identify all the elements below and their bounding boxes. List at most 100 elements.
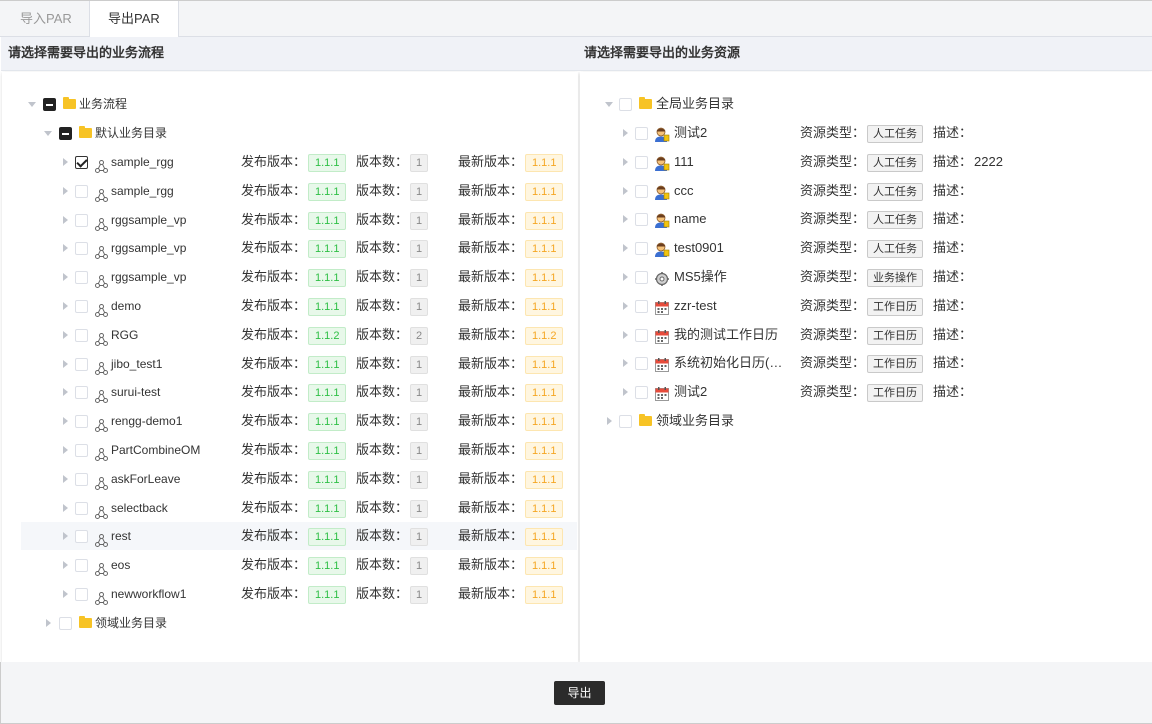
checkbox-default-dir[interactable] — [59, 127, 72, 140]
process-row-sample_rgg[interactable]: sample_rgg 发布版本： 1.1.1 版本数： 1 最新版本： 1.1.1 — [21, 177, 577, 205]
resource-checkbox[interactable] — [635, 213, 648, 227]
checkbox-root[interactable] — [43, 98, 56, 111]
expand-arrow-icon[interactable] — [63, 302, 68, 310]
process-row-eos[interactable]: eos 发布版本： 1.1.1 版本数： 1 最新版本： 1.1.1 — [21, 551, 577, 579]
resource-checkbox[interactable] — [635, 127, 648, 140]
resource-checkbox[interactable] — [635, 184, 648, 198]
process-row-RGG[interactable]: RGG 发布版本： 1.1.2 版本数： 2 最新版本： 1.1.2 — [21, 321, 577, 349]
process-checkbox[interactable] — [75, 156, 88, 169]
process-row-askForLeave[interactable]: askForLeave 发布版本： 1.1.1 版本数： 1 最新版本： 1.1.1 — [21, 465, 577, 493]
process-checkbox[interactable] — [75, 530, 88, 544]
process-row-surui-test[interactable]: surui-test 发布版本： 1.1.1 版本数： 1 最新版本： 1.1.1 — [21, 378, 577, 406]
tree-node-domain-dir-right[interactable]: 领域业务目录 — [580, 407, 1152, 435]
process-checkbox[interactable] — [75, 386, 88, 400]
expand-arrow-icon[interactable] — [63, 388, 68, 397]
checkbox-global-dir[interactable] — [619, 98, 632, 111]
expand-arrow-icon[interactable] — [623, 215, 628, 224]
process-checkbox[interactable] — [75, 444, 88, 457]
checkbox-domain-dir-right[interactable] — [619, 415, 632, 428]
resource-checkbox[interactable] — [635, 386, 648, 400]
expand-arrow-icon[interactable] — [63, 186, 68, 195]
expand-arrow-icon[interactable] — [623, 388, 628, 397]
resource-row[interactable]: zzr-test 资源类型： 工作日历 描述： — [580, 292, 1152, 320]
expand-arrow-icon[interactable] — [607, 417, 612, 425]
process-checkbox[interactable] — [75, 213, 88, 227]
process-row-jibo_test1[interactable]: jibo_test1 发布版本： 1.1.1 版本数： 1 最新版本： 1.1.1 — [21, 350, 577, 378]
process-row-demo[interactable]: demo 发布版本： 1.1.1 版本数： 1 最新版本： 1.1.1 — [21, 292, 577, 320]
expand-arrow-icon[interactable] — [623, 301, 628, 310]
expand-arrow-icon[interactable] — [63, 359, 68, 368]
tree-node-domain-dir[interactable]: 领域业务目录 — [2, 609, 578, 637]
process-checkbox[interactable] — [75, 559, 88, 573]
expand-arrow-icon[interactable] — [63, 561, 68, 570]
process-checkbox[interactable] — [75, 300, 88, 313]
tree-node-root[interactable]: 业务流程 — [2, 90, 578, 118]
expand-arrow-icon[interactable] — [63, 215, 68, 224]
expand-arrow-icon[interactable] — [63, 503, 68, 512]
process-checkbox[interactable] — [75, 472, 88, 486]
expand-arrow-icon[interactable] — [44, 131, 52, 136]
resource-row[interactable]: name 资源类型： 人工任务 描述： — [580, 205, 1152, 233]
expand-arrow-icon[interactable] — [63, 474, 68, 483]
process-checkbox[interactable] — [75, 588, 88, 601]
process-checkbox[interactable] — [75, 328, 88, 342]
resource-checkbox[interactable] — [635, 271, 648, 284]
process-checkbox[interactable] — [75, 357, 88, 371]
latest-version-label: 最新版本： — [458, 240, 524, 256]
process-row-rggsample_vp[interactable]: rggsample_vp 发布版本： 1.1.1 版本数： 1 最新版本： 1.1.1 — [21, 206, 577, 234]
process-row-PartCombineOM[interactable]: PartCombineOM 发布版本： 1.1.1 版本数： 1 最新版本： 1.1.1 — [21, 436, 577, 464]
description-label: 描述： — [933, 384, 973, 400]
resource-checkbox[interactable] — [635, 357, 648, 371]
expand-arrow-icon[interactable] — [63, 590, 68, 598]
expand-arrow-icon[interactable] — [623, 244, 628, 253]
expand-arrow-icon[interactable] — [63, 532, 68, 541]
expand-arrow-icon[interactable] — [63, 273, 68, 282]
resource-row[interactable]: 测试2 资源类型： 人工任务 描述： — [580, 119, 1152, 147]
expand-arrow-icon[interactable] — [63, 330, 68, 339]
resource-row[interactable]: MS5操作 资源类型： 业务操作 描述： — [580, 263, 1152, 291]
resource-checkbox[interactable] — [635, 328, 648, 342]
resource-checkbox[interactable] — [635, 299, 648, 313]
process-row-rengg-demo1[interactable]: rengg-demo1 发布版本： 1.1.1 版本数： 1 最新版本： 1.1.1 — [21, 407, 577, 435]
process-row-sample_rgg[interactable]: sample_rgg 发布版本： 1.1.1 版本数： 1 最新版本： 1.1.1 — [21, 148, 577, 176]
tab-import-par[interactable]: 导入PAR — [2, 1, 90, 38]
publish-version-label: 发布版本： — [241, 154, 307, 169]
checkbox-domain-dir[interactable] — [59, 617, 72, 630]
process-flow-icon — [95, 472, 108, 490]
resource-row[interactable]: 系统初始化日历(… 资源类型： 工作日历 描述： — [580, 349, 1152, 377]
tab-export-par[interactable]: 导出PAR — [89, 1, 179, 38]
expand-arrow-icon[interactable] — [63, 446, 68, 454]
resource-row[interactable]: 我的测试工作日历 资源类型： 工作日历 描述： — [580, 321, 1152, 349]
resource-row[interactable]: ccc 资源类型： 人工任务 描述： — [580, 177, 1152, 205]
expand-arrow-icon[interactable] — [28, 102, 36, 107]
process-row-selectback[interactable]: selectback 发布版本： 1.1.1 版本数： 1 最新版本： 1.1.1 — [21, 494, 577, 522]
expand-arrow-icon[interactable] — [623, 157, 628, 166]
process-checkbox[interactable] — [75, 184, 88, 198]
process-checkbox[interactable] — [75, 271, 88, 285]
expand-arrow-icon[interactable] — [623, 273, 628, 281]
export-button[interactable]: 导出 — [554, 681, 605, 705]
expand-arrow-icon[interactable] — [623, 359, 628, 368]
resource-row[interactable]: 测试2 资源类型： 工作日历 描述： — [580, 378, 1152, 406]
tree-node-default-dir[interactable]: 默认业务目录 — [2, 119, 578, 147]
process-checkbox[interactable] — [75, 242, 88, 256]
process-row-rggsample_vp[interactable]: rggsample_vp 发布版本： 1.1.1 版本数： 1 最新版本： 1.1.1 — [21, 234, 577, 262]
process-row-newworkflow1[interactable]: newworkflow1 发布版本： 1.1.1 版本数： 1 最新版本： 1.1.1 — [21, 580, 577, 608]
resource-checkbox[interactable] — [635, 155, 648, 169]
resource-row[interactable]: test0901 资源类型： 人工任务 描述： — [580, 234, 1152, 262]
resource-checkbox[interactable] — [635, 242, 648, 256]
expand-arrow-icon[interactable] — [63, 244, 68, 253]
process-checkbox[interactable] — [75, 501, 88, 515]
tree-node-global-dir[interactable]: 全局业务目录 — [580, 90, 1152, 118]
expand-arrow-icon[interactable] — [63, 417, 68, 426]
resource-row[interactable]: 111 资源类型： 人工任务 描述： 2222 — [580, 148, 1152, 176]
expand-arrow-icon[interactable] — [63, 158, 68, 166]
expand-arrow-icon[interactable] — [46, 619, 51, 627]
expand-arrow-icon[interactable] — [605, 102, 613, 107]
expand-arrow-icon[interactable] — [623, 129, 628, 137]
process-checkbox[interactable] — [75, 415, 88, 429]
process-row-rggsample_vp[interactable]: rggsample_vp 发布版本： 1.1.1 版本数： 1 最新版本： 1.1.1 — [21, 263, 577, 291]
expand-arrow-icon[interactable] — [623, 186, 628, 195]
process-row-rest[interactable]: rest 发布版本： 1.1.1 版本数： 1 最新版本： 1.1.1 — [21, 522, 577, 551]
expand-arrow-icon[interactable] — [623, 330, 628, 339]
